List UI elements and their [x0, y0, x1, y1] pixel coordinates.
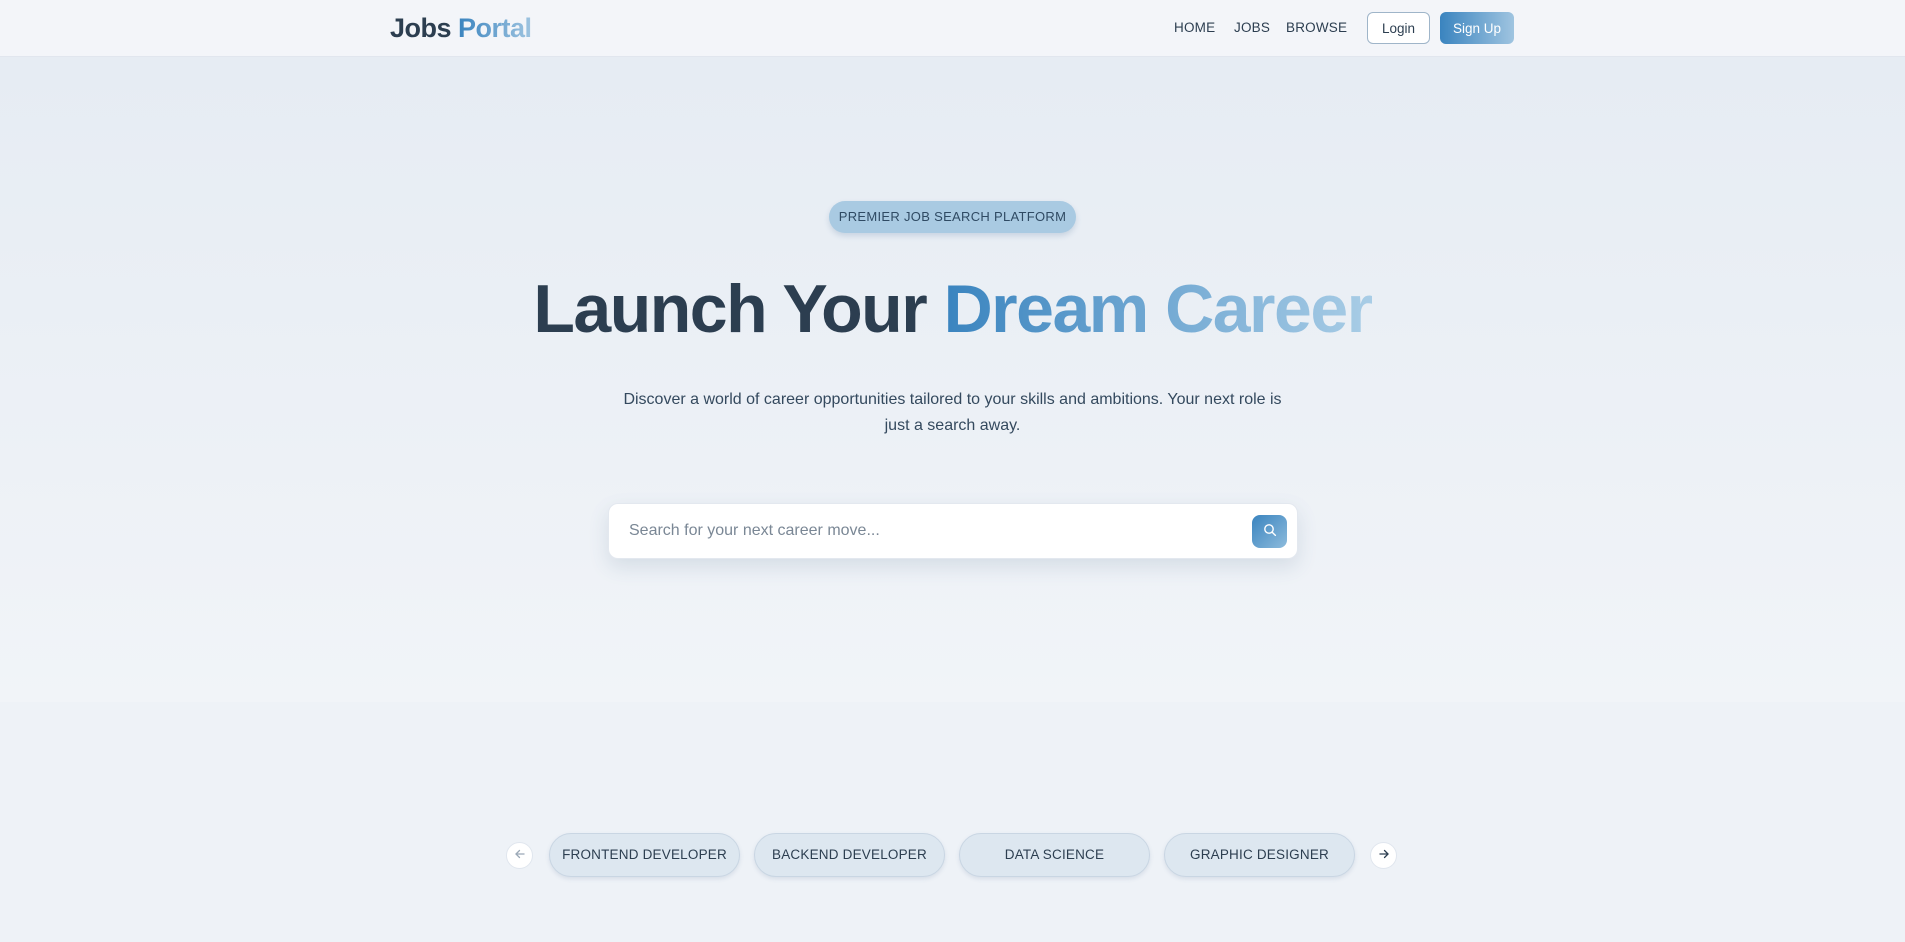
search-input[interactable] [629, 504, 1229, 558]
hero-section: PREMIER JOB SEARCH PLATFORM Launch Your … [0, 57, 1905, 702]
headline-primary: Launch Your [533, 271, 944, 347]
search-icon [1263, 523, 1277, 540]
arrow-left-icon [514, 848, 526, 863]
hero-badge: PREMIER JOB SEARCH PLATFORM [829, 201, 1076, 233]
nav-link-jobs[interactable]: JOBS [1234, 20, 1270, 35]
category-chip-frontend-developer[interactable]: FRONTEND DEVELOPER [549, 833, 740, 877]
category-chip-graphic-designer[interactable]: GRAPHIC DESIGNER [1164, 833, 1355, 877]
category-chip-data-science[interactable]: DATA SCIENCE [959, 833, 1150, 877]
headline-accent: Dream Career [943, 271, 1374, 347]
logo-text-primary: Jobs [390, 13, 459, 43]
carousel-next-button[interactable] [1370, 842, 1397, 869]
hero-headline: Launch Your Dream Career [0, 275, 1905, 343]
category-carousel: FRONTEND DEVELOPER BACKEND DEVELOPER DAT… [0, 702, 1905, 942]
category-chip-backend-developer[interactable]: BACKEND DEVELOPER [754, 833, 945, 877]
search-button[interactable] [1252, 515, 1287, 548]
carousel-prev-button[interactable] [506, 842, 533, 869]
navbar: Jobs Portal HOME JOBS BROWSE Login Sign … [0, 0, 1905, 57]
logo[interactable]: Jobs Portal [390, 13, 532, 44]
nav-link-browse[interactable]: BROWSE [1286, 20, 1347, 35]
hero-subtitle: Discover a world of career opportunities… [623, 391, 1282, 434]
signup-button[interactable]: Sign Up [1440, 12, 1514, 44]
arrow-right-icon [1378, 848, 1390, 863]
login-button[interactable]: Login [1367, 12, 1430, 44]
nav-link-home[interactable]: HOME [1174, 20, 1215, 35]
search-box [608, 503, 1298, 559]
logo-text-accent: Portal [458, 13, 532, 43]
